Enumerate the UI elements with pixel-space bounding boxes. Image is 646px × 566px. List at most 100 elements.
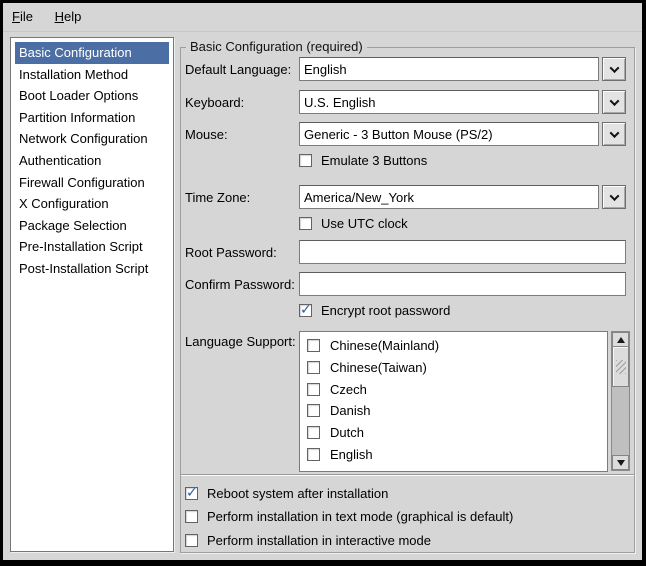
- use-utc-clock-checkbox[interactable]: [299, 217, 312, 230]
- sidebar-item-package-selection[interactable]: Package Selection: [15, 215, 169, 237]
- language-list-scrollbar[interactable]: [611, 331, 630, 471]
- time-zone-combo: [299, 185, 626, 209]
- language-checkbox[interactable]: [307, 426, 320, 439]
- interactive-mode-install-checkbox[interactable]: [185, 534, 198, 547]
- mouse-label: Mouse:: [185, 127, 299, 142]
- language-option-label: Dutch: [330, 425, 364, 440]
- default-language-row: Default Language:: [185, 57, 626, 81]
- keyboard-dropdown-button[interactable]: [602, 90, 626, 114]
- reboot-after-install-checkbox-row[interactable]: Reboot system after installation: [185, 485, 388, 501]
- mouse-combo: [299, 122, 626, 146]
- mouse-input[interactable]: [299, 122, 599, 146]
- default-language-label: Default Language:: [185, 62, 299, 77]
- mouse-dropdown-button[interactable]: [602, 122, 626, 146]
- language-option-dutch[interactable]: Dutch: [300, 422, 607, 444]
- menu-help-mnemonic: H: [55, 9, 64, 24]
- sidebar-item-boot-loader-options[interactable]: Boot Loader Options: [15, 85, 169, 107]
- chevron-down-icon: [609, 63, 619, 73]
- language-option-chinese-mainland[interactable]: Chinese(Mainland): [300, 335, 607, 357]
- reboot-after-install-checkbox[interactable]: [185, 487, 198, 500]
- root-password-input[interactable]: [299, 240, 626, 264]
- menu-file-mnemonic: F: [12, 9, 20, 24]
- root-password-label: Root Password:: [185, 245, 299, 260]
- sidebar-item-x-configuration[interactable]: X Configuration: [15, 193, 169, 215]
- reboot-after-install-label: Reboot system after installation: [207, 486, 388, 501]
- sidebar-item-post-installation-script[interactable]: Post-Installation Script: [15, 258, 169, 280]
- confirm-password-input[interactable]: [299, 272, 626, 296]
- frame-title: Basic Configuration (required): [186, 39, 367, 55]
- root-password-row: Root Password:: [185, 240, 626, 264]
- mouse-row: Mouse:: [185, 122, 626, 146]
- encrypt-root-password-checkbox-row[interactable]: Encrypt root password: [299, 302, 450, 318]
- language-support-list-wrap: Chinese(Mainland) Chinese(Taiwan) Czech …: [299, 331, 630, 472]
- sidebar-item-firewall-configuration[interactable]: Firewall Configuration: [15, 172, 169, 194]
- scroll-up-button[interactable]: [612, 332, 629, 347]
- language-checkbox[interactable]: [307, 361, 320, 374]
- chevron-down-icon: [609, 128, 619, 138]
- text-mode-install-checkbox[interactable]: [185, 510, 198, 523]
- footer-separator: [181, 474, 634, 476]
- interactive-mode-install-label: Perform installation in interactive mode: [207, 533, 431, 548]
- language-option-label: Chinese(Taiwan): [330, 360, 427, 375]
- grip-icon: [616, 360, 626, 374]
- scrollbar-thumb[interactable]: [612, 347, 629, 387]
- time-zone-input[interactable]: [299, 185, 599, 209]
- language-checkbox[interactable]: [307, 339, 320, 352]
- confirm-password-label: Confirm Password:: [185, 277, 299, 292]
- language-support-list: Chinese(Mainland) Chinese(Taiwan) Czech …: [299, 331, 608, 472]
- confirm-password-row: Confirm Password:: [185, 272, 626, 296]
- time-zone-row: Time Zone:: [185, 185, 626, 209]
- language-support-label-row: Language Support:: [185, 333, 296, 349]
- scroll-down-button[interactable]: [612, 455, 629, 470]
- section-list: Basic Configuration Installation Method …: [10, 37, 174, 552]
- menu-file-label: ile: [20, 9, 33, 24]
- sidebar-item-installation-method[interactable]: Installation Method: [15, 64, 169, 86]
- kickstart-configurator-window: File Help Basic Configuration Installati…: [0, 0, 646, 566]
- language-option-label: English: [330, 447, 373, 462]
- use-utc-clock-label: Use UTC clock: [321, 216, 408, 231]
- time-zone-label: Time Zone:: [185, 190, 299, 205]
- language-option-label: Chinese(Mainland): [330, 338, 439, 353]
- menubar: File Help: [3, 3, 642, 32]
- arrow-down-icon: [617, 460, 625, 466]
- sidebar-item-network-configuration[interactable]: Network Configuration: [15, 128, 169, 150]
- language-option-czech[interactable]: Czech: [300, 378, 607, 400]
- emulate-3-buttons-checkbox[interactable]: [299, 154, 312, 167]
- sidebar-item-basic-configuration[interactable]: Basic Configuration: [15, 42, 169, 64]
- text-mode-install-label: Perform installation in text mode (graph…: [207, 509, 513, 524]
- language-checkbox[interactable]: [307, 404, 320, 417]
- chevron-down-icon: [609, 96, 619, 106]
- sidebar-item-authentication[interactable]: Authentication: [15, 150, 169, 172]
- time-zone-dropdown-button[interactable]: [602, 185, 626, 209]
- menu-help-label: elp: [64, 9, 81, 24]
- language-option-label: Danish: [330, 403, 370, 418]
- default-language-input[interactable]: [299, 57, 599, 81]
- language-option-danish[interactable]: Danish: [300, 400, 607, 422]
- language-option-chinese-taiwan[interactable]: Chinese(Taiwan): [300, 357, 607, 379]
- scrollbar-track[interactable]: [612, 387, 629, 455]
- encrypt-root-password-checkbox[interactable]: [299, 304, 312, 317]
- default-language-combo: [299, 57, 626, 81]
- menu-help[interactable]: Help: [46, 3, 91, 31]
- arrow-up-icon: [617, 337, 625, 343]
- language-checkbox[interactable]: [307, 383, 320, 396]
- sidebar-item-partition-information[interactable]: Partition Information: [15, 107, 169, 129]
- language-checkbox[interactable]: [307, 448, 320, 461]
- encrypt-root-password-label: Encrypt root password: [321, 303, 450, 318]
- text-mode-install-checkbox-row[interactable]: Perform installation in text mode (graph…: [185, 508, 513, 524]
- sidebar-item-pre-installation-script[interactable]: Pre-Installation Script: [15, 236, 169, 258]
- keyboard-label: Keyboard:: [185, 95, 299, 110]
- language-option-english[interactable]: English: [300, 443, 607, 465]
- menu-file[interactable]: File: [3, 3, 42, 31]
- interactive-mode-install-checkbox-row[interactable]: Perform installation in interactive mode: [185, 532, 431, 548]
- language-option-label: Czech: [330, 382, 367, 397]
- keyboard-input[interactable]: [299, 90, 599, 114]
- keyboard-row: Keyboard:: [185, 90, 626, 114]
- language-support-label: Language Support:: [185, 334, 296, 349]
- keyboard-combo: [299, 90, 626, 114]
- default-language-dropdown-button[interactable]: [602, 57, 626, 81]
- emulate-3-buttons-checkbox-row[interactable]: Emulate 3 Buttons: [299, 152, 427, 168]
- use-utc-clock-checkbox-row[interactable]: Use UTC clock: [299, 215, 408, 231]
- emulate-3-buttons-label: Emulate 3 Buttons: [321, 153, 427, 168]
- chevron-down-icon: [609, 191, 619, 201]
